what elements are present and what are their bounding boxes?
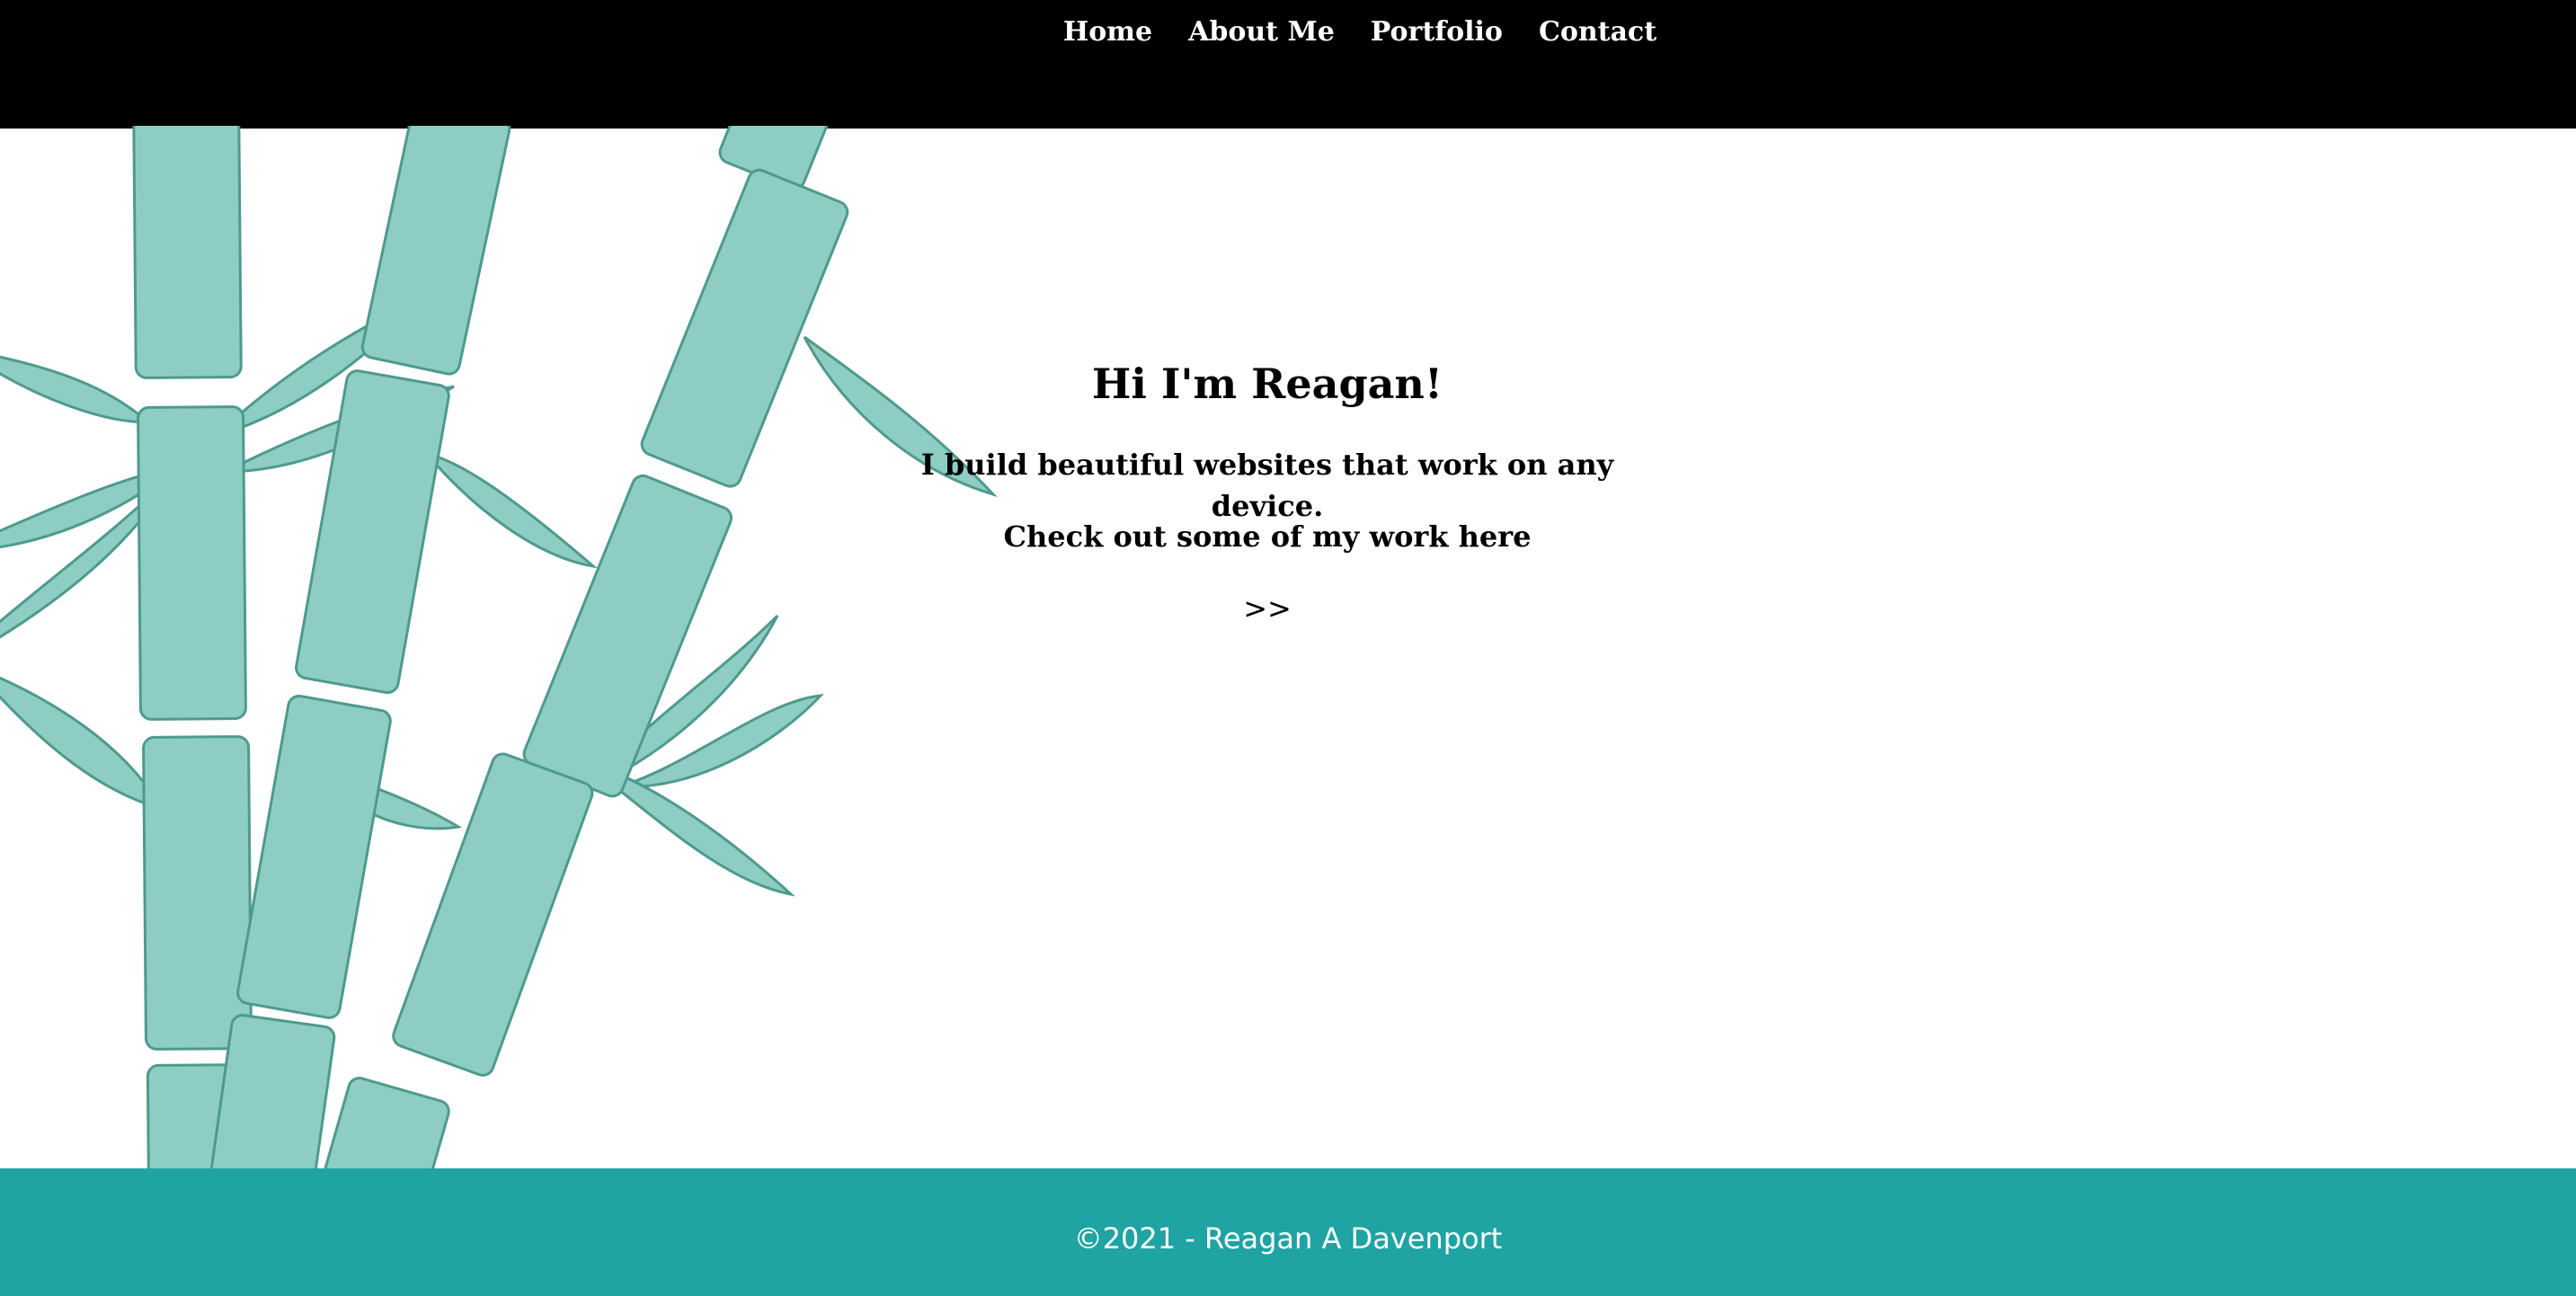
footer: ©2021 - Reagan A Davenport [0, 1168, 2576, 1296]
nav-links: Home About Me Portfolio Contact [0, 14, 2576, 50]
hero-title: Hi I'm Reagan! [1091, 360, 1443, 408]
nav-link-contact[interactable]: Contact [1539, 14, 1657, 50]
navbar: Home About Me Portfolio Contact [0, 0, 2576, 129]
hero-subtitle: I build beautiful websites that work on … [920, 448, 1614, 523]
nav-link-home[interactable]: Home [1063, 14, 1152, 50]
bamboo-icon [0, 126, 998, 1179]
nav-link-about-me[interactable]: About Me [1188, 14, 1335, 50]
footer-copyright: ©2021 - Reagan A Davenport [1073, 1221, 1503, 1256]
hero-cta-text: Check out some of my work here [1003, 519, 1532, 554]
bamboo-illustration [0, 126, 1007, 1179]
portfolio-arrow-link[interactable]: >> [863, 590, 1672, 626]
nav-link-portfolio[interactable]: Portfolio [1371, 14, 1503, 50]
